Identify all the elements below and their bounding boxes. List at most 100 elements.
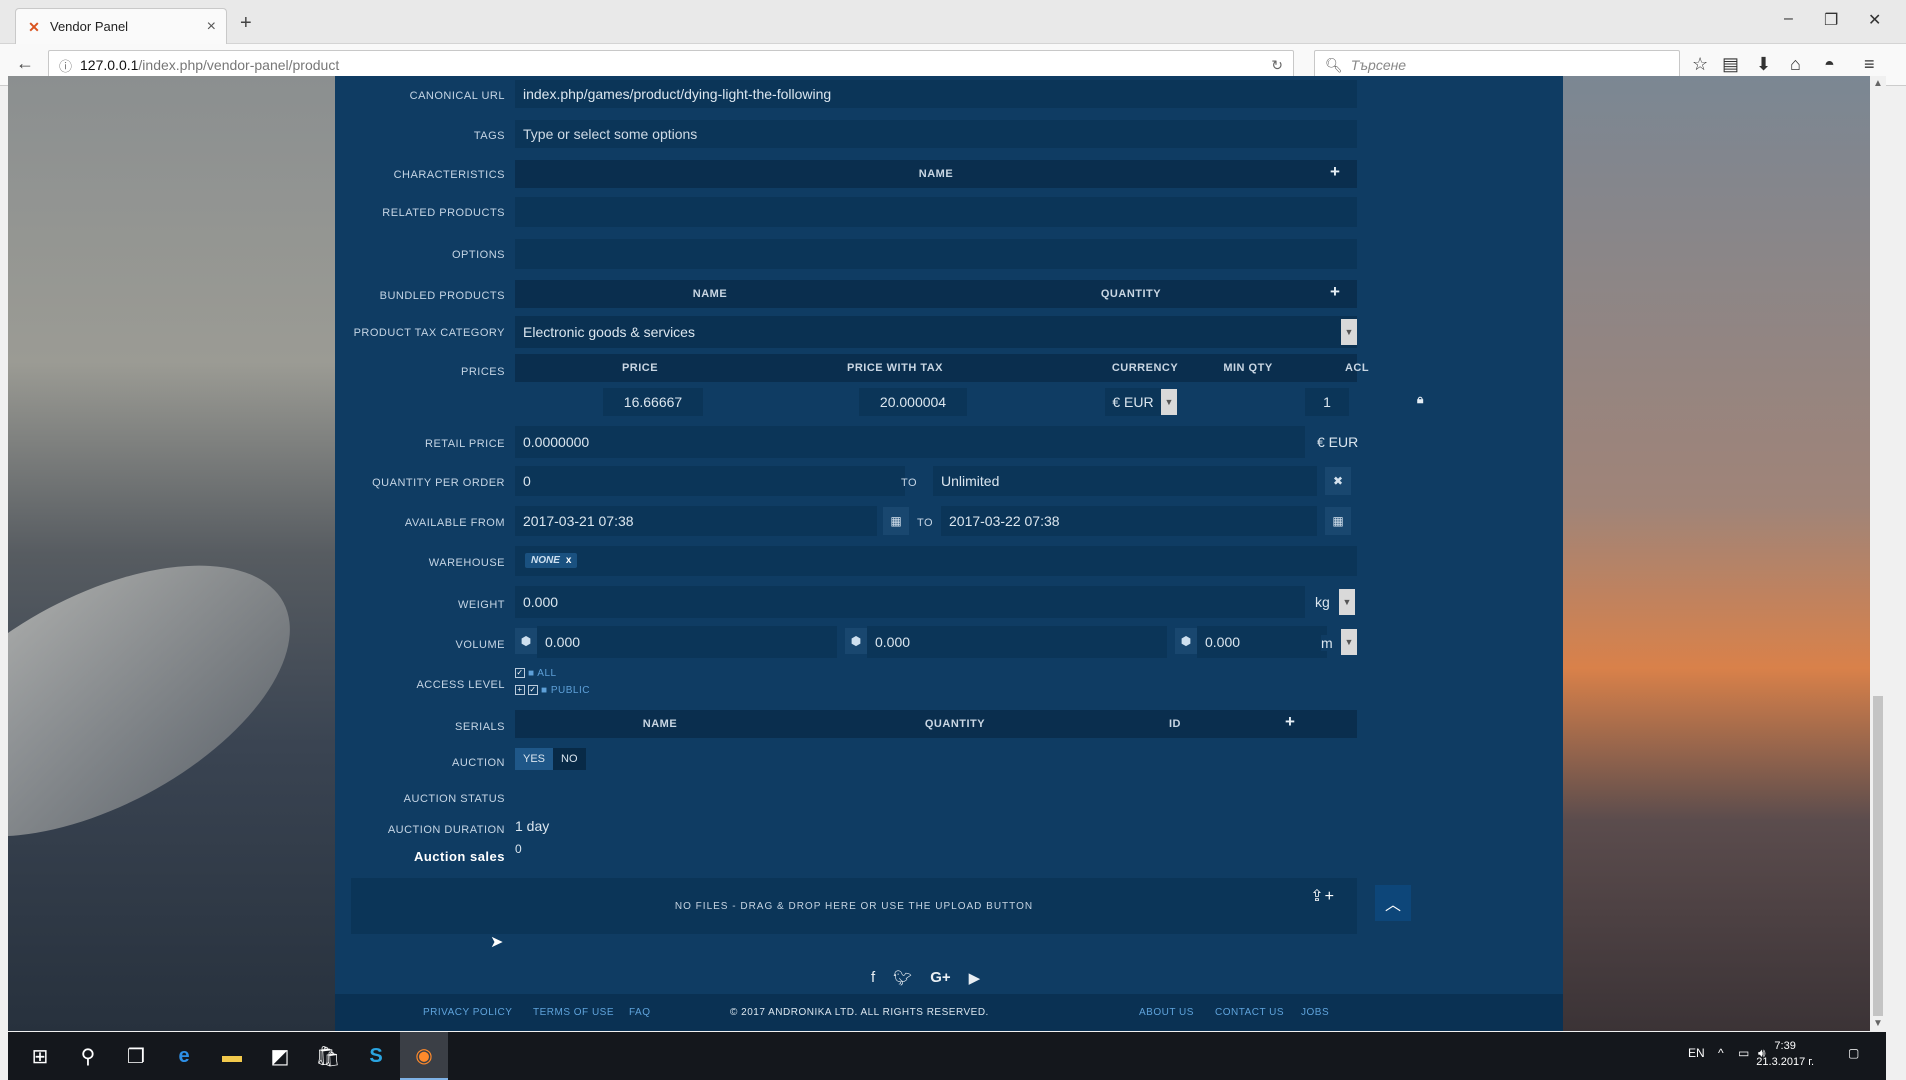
store-icon[interactable]: 🛍︎: [304, 1032, 352, 1080]
volume-y-input[interactable]: 0.000: [867, 626, 1167, 658]
acl-lock-icon[interactable]: 🔒︎: [1417, 392, 1423, 407]
add-serial-button[interactable]: +: [1285, 712, 1295, 732]
faq-link[interactable]: FAQ: [629, 1007, 651, 1018]
close-tab-icon[interactable]: ×: [207, 18, 216, 36]
app-icon[interactable]: ◩: [256, 1032, 304, 1080]
bundled-products-label: BUNDLED PRODUCTS: [379, 290, 505, 302]
close-window-icon[interactable]: ✕: [1868, 10, 1881, 30]
tax-category-select[interactable]: Electronic goods & services: [515, 316, 1357, 348]
network-icon[interactable]: ▭: [1738, 1046, 1749, 1060]
warehouse-tag[interactable]: NONE x: [525, 553, 578, 568]
auction-status-label: AUCTION STATUS: [403, 793, 505, 805]
clear-qty-button[interactable]: ✖: [1325, 467, 1351, 495]
menu-icon[interactable]: ≡: [1864, 54, 1875, 75]
volume-x-input[interactable]: 0.000: [537, 626, 837, 658]
access-tree-all[interactable]: ✓ ■ ALL: [515, 668, 557, 679]
scroll-down-icon[interactable]: ▼: [1873, 1018, 1883, 1029]
retail-price-label: RETAIL PRICE: [425, 438, 505, 450]
serials-id-header: ID: [1169, 718, 1181, 730]
auction-yes-button[interactable]: YES: [515, 748, 554, 770]
min-qty-input[interactable]: 1: [1305, 388, 1349, 416]
options-input[interactable]: [515, 239, 1357, 269]
start-button-icon[interactable]: ⊞: [16, 1032, 64, 1080]
checkbox-public-icon[interactable]: ✓: [528, 685, 538, 696]
warehouse-label: WAREHOUSE: [428, 557, 505, 569]
scrollbar-thumb[interactable]: [1873, 696, 1883, 1016]
access-public-label: PUBLIC: [550, 685, 590, 696]
volume-z-input[interactable]: 0.000: [1197, 626, 1327, 658]
privacy-policy-link[interactable]: PRIVACY POLICY: [423, 1007, 512, 1018]
retail-price-input[interactable]: 0.0000000: [515, 426, 1305, 458]
youtube-icon[interactable]: ▶: [969, 969, 981, 987]
skype-icon[interactable]: S: [352, 1032, 400, 1080]
auction-sales-label: Auction sales: [413, 849, 505, 864]
qty-to-input[interactable]: Unlimited: [933, 466, 1317, 496]
serials-label: SERIALS: [455, 721, 505, 733]
warehouse-input[interactable]: [515, 546, 1357, 576]
terms-of-use-link[interactable]: TERMS OF USE: [533, 1007, 614, 1018]
upload-button[interactable]: ⇪+: [1310, 886, 1335, 906]
tab-vendor-panel[interactable]: ✕ Vendor Panel ×: [15, 8, 227, 44]
about-us-link[interactable]: ABOUT US: [1139, 1007, 1194, 1018]
clock-time: 7:39: [1774, 1040, 1796, 1052]
home-icon[interactable]: ⌂: [1790, 54, 1801, 75]
price-with-tax-input[interactable]: 20.000004: [859, 388, 967, 416]
download-icon[interactable]: ⬇: [1756, 54, 1771, 75]
system-clock[interactable]: 7:39 21.3.2017 г.: [1756, 1038, 1814, 1070]
task-view-icon[interactable]: ❐: [112, 1032, 160, 1080]
twitter-icon[interactable]: 🐦︎: [893, 969, 912, 987]
available-to-input[interactable]: 2017-03-22 07:38: [941, 506, 1317, 536]
access-all-label: ALL: [537, 668, 557, 679]
bookmarks-list-icon[interactable]: ▤: [1722, 54, 1739, 75]
language-indicator[interactable]: EN: [1688, 1046, 1705, 1060]
currency-select[interactable]: € EUR: [1105, 388, 1161, 416]
add-bundled-button[interactable]: +: [1330, 282, 1340, 302]
new-tab-icon[interactable]: +: [240, 12, 252, 35]
folder-icon: ■: [528, 668, 538, 679]
file-explorer-icon[interactable]: ▬: [208, 1032, 256, 1080]
access-tree-public[interactable]: + ✓ ■ PUBLIC: [515, 685, 590, 696]
expand-icon[interactable]: +: [515, 685, 525, 696]
currency-dropdown-icon[interactable]: ▼: [1161, 389, 1177, 415]
page-scrollbar[interactable]: ▲ ▼: [1870, 76, 1886, 1031]
auction-toggle[interactable]: YES NO: [515, 748, 586, 770]
weight-unit-dropdown-icon[interactable]: ▼: [1339, 589, 1355, 615]
reload-icon[interactable]: ↻: [1271, 57, 1283, 74]
info-icon[interactable]: ⓘ: [59, 56, 72, 75]
pocket-icon[interactable]: ◓: [1824, 54, 1835, 75]
add-characteristic-button[interactable]: +: [1330, 162, 1340, 182]
file-dropzone[interactable]: NO FILES - DRAG & DROP HERE OR USE THE U…: [351, 878, 1357, 934]
remove-tag-icon[interactable]: x: [566, 555, 572, 566]
windows-taskbar: ⊞ ⚲ ❐ e ▬ ◩ 🛍︎ S ◉ EN ^ ▭ 🔊︎ 7:39 21.3.2…: [8, 1032, 1886, 1080]
restore-icon[interactable]: ❐: [1824, 10, 1838, 30]
available-from-label: AVAILABLE FROM: [404, 517, 505, 529]
volume-label: VOLUME: [455, 639, 505, 651]
price-input[interactable]: 16.66667: [603, 388, 703, 416]
minimize-icon[interactable]: –: [1784, 10, 1793, 28]
notifications-icon[interactable]: ▢: [1848, 1046, 1859, 1060]
google-plus-icon[interactable]: G+: [930, 969, 950, 987]
auction-no-button[interactable]: NO: [553, 748, 586, 770]
checkbox-all-icon[interactable]: ✓: [515, 668, 525, 679]
tax-category-dropdown-icon[interactable]: ▼: [1341, 319, 1357, 345]
tray-chevron-icon[interactable]: ^: [1718, 1046, 1724, 1060]
related-products-input[interactable]: [515, 197, 1357, 227]
facebook-icon[interactable]: f: [871, 969, 875, 987]
volume-unit-dropdown-icon[interactable]: ▼: [1341, 629, 1357, 655]
canonical-url-input[interactable]: index.php/games/product/dying-light-the-…: [515, 80, 1357, 108]
bookmark-star-icon[interactable]: ☆: [1692, 54, 1708, 75]
available-from-input[interactable]: 2017-03-21 07:38: [515, 506, 877, 536]
contact-us-link[interactable]: CONTACT US: [1215, 1007, 1284, 1018]
search-taskbar-icon[interactable]: ⚲: [64, 1032, 112, 1080]
qty-from-input[interactable]: 0: [515, 466, 905, 496]
edge-icon[interactable]: e: [160, 1032, 208, 1080]
back-icon[interactable]: ←: [16, 53, 34, 74]
calendar-to-icon[interactable]: ▦: [1325, 507, 1351, 535]
weight-unit: kg: [1315, 594, 1330, 610]
firefox-icon[interactable]: ◉: [400, 1032, 448, 1080]
scroll-to-top-button[interactable]: ︿: [1375, 885, 1411, 921]
scroll-up-icon[interactable]: ▲: [1873, 78, 1883, 89]
weight-input[interactable]: 0.000: [515, 586, 1305, 618]
tags-input[interactable]: Type or select some options: [515, 120, 1357, 148]
jobs-link[interactable]: JOBS: [1301, 1007, 1329, 1018]
